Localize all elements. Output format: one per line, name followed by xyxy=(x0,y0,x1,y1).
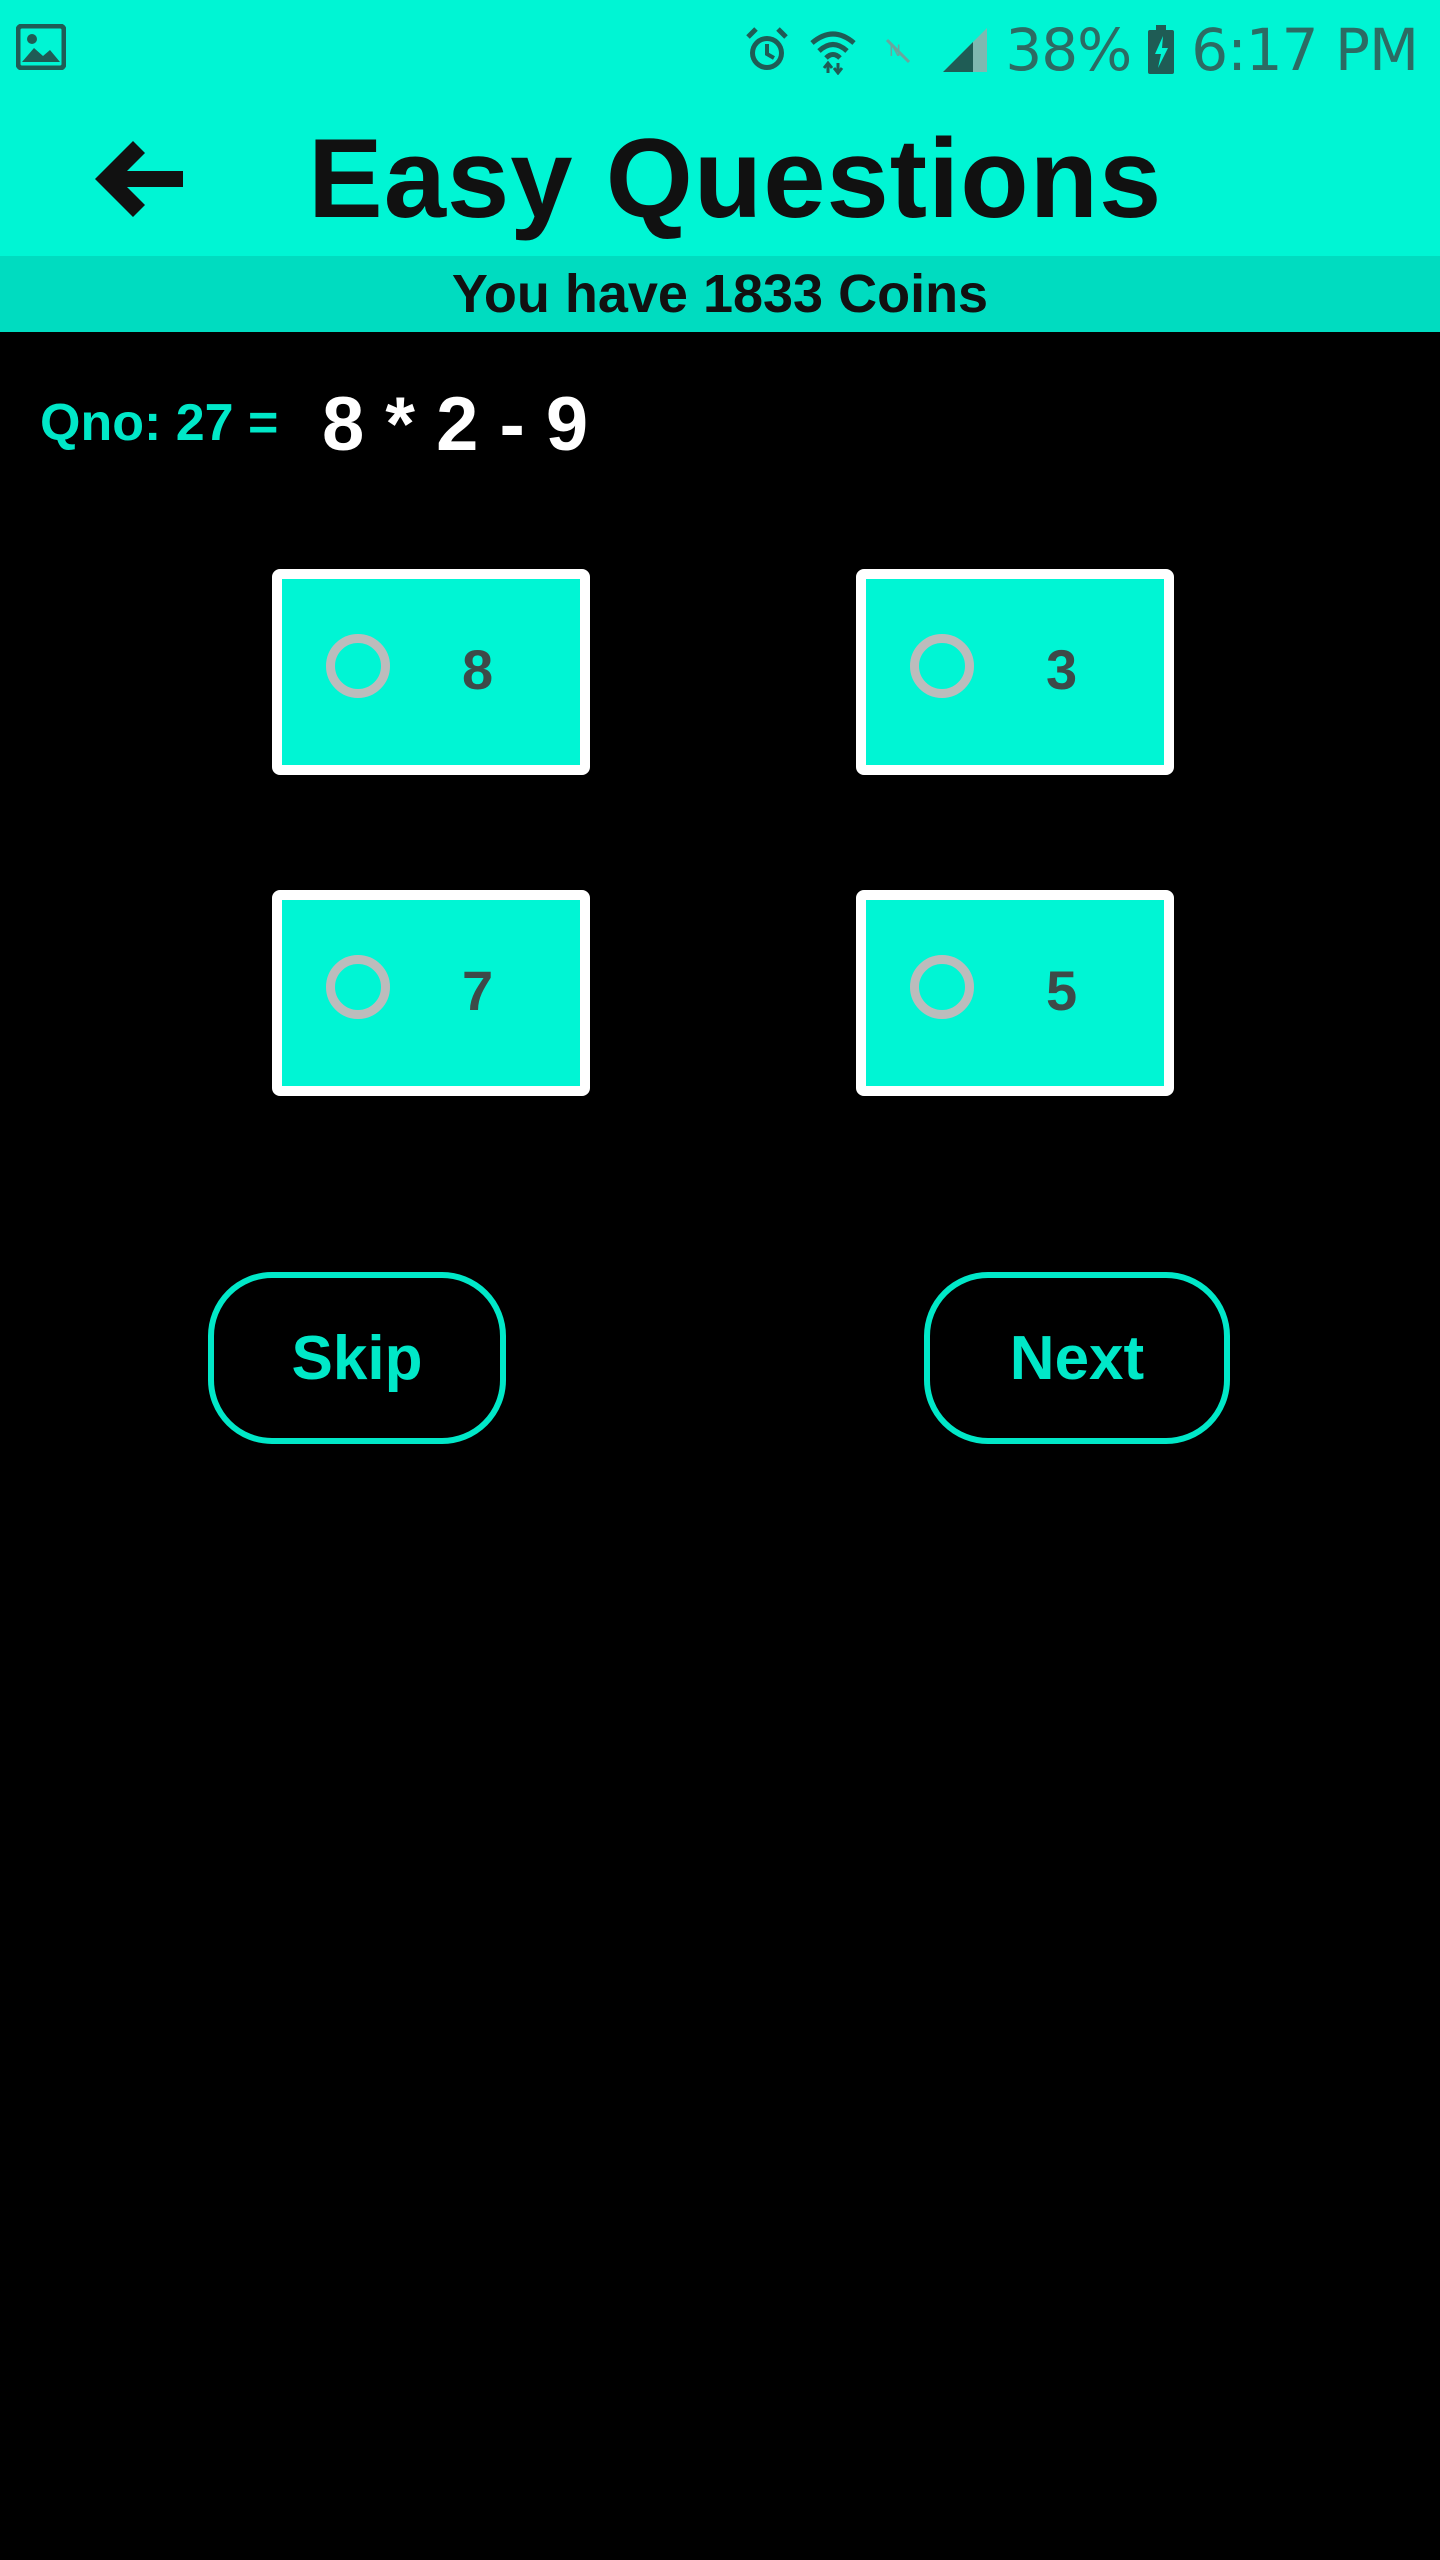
option-label: 3 xyxy=(1046,638,1078,701)
radio-button[interactable] xyxy=(910,634,974,698)
option-1[interactable]: 8 xyxy=(272,569,590,775)
alarm-icon xyxy=(741,24,793,76)
radio-button[interactable] xyxy=(326,634,390,698)
radio-button[interactable] xyxy=(326,955,390,1019)
status-icons: N 38% 6:17 PM xyxy=(741,14,1419,86)
battery-charging-icon xyxy=(1145,24,1177,76)
svg-text:N: N xyxy=(889,41,901,60)
app-bar: Easy Questions xyxy=(0,100,1440,256)
back-button[interactable] xyxy=(80,126,190,236)
coins-banner: You have 1833 Coins xyxy=(0,256,1440,332)
skip-button[interactable]: Skip xyxy=(208,1272,506,1444)
option-4[interactable]: 5 xyxy=(856,890,1174,1096)
radio-button[interactable] xyxy=(910,955,974,1019)
next-button[interactable]: Next xyxy=(924,1272,1230,1444)
status-bar: N 38% 6:17 PM xyxy=(0,0,1440,100)
wifi-icon xyxy=(807,24,859,76)
option-3[interactable]: 7 xyxy=(272,890,590,1096)
nfc-off-icon: N xyxy=(873,24,925,76)
option-2[interactable]: 3 xyxy=(856,569,1174,775)
clock: 6:17 PM xyxy=(1191,16,1419,84)
question-number: Qno: 27 = xyxy=(40,394,279,452)
page-title: Easy Questions xyxy=(308,116,1163,241)
option-label: 5 xyxy=(1046,959,1078,1022)
signal-icon xyxy=(939,24,991,76)
option-label: 7 xyxy=(462,959,494,1022)
image-icon xyxy=(15,23,67,71)
option-label: 8 xyxy=(462,638,494,701)
battery-percent: 38% xyxy=(1005,16,1132,84)
arrow-left-icon xyxy=(83,127,187,236)
question-expression: 8 * 2 - 9 xyxy=(322,382,589,467)
